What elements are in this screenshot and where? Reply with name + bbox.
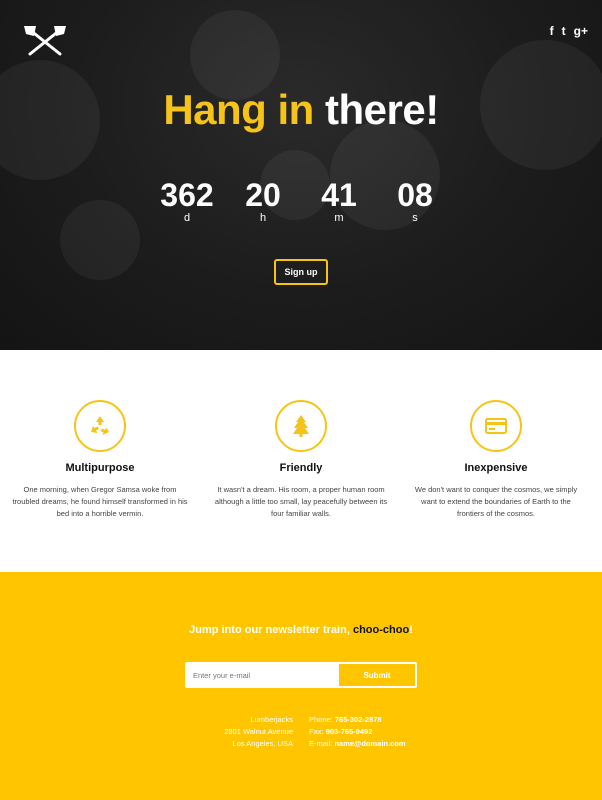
features-section: Multipurpose One morning, when Gregor Sa… <box>0 350 602 572</box>
feature-description: One morning, when Gregor Samsa woke from… <box>12 485 188 518</box>
submit-button[interactable]: Submit <box>339 664 415 686</box>
phone-label: Phone: <box>309 715 333 724</box>
fax-label: Fax: <box>309 727 324 736</box>
email-label: E-mail: <box>309 739 333 748</box>
countdown-timer: 362 d 20 h 41 m 08 s <box>0 178 602 225</box>
hero-headline: Hang in there! <box>0 86 602 134</box>
twitter-icon[interactable]: t <box>562 24 566 38</box>
feature-description: We don't want to conquer the cosmos, we … <box>414 485 578 518</box>
email-line: E-mail: name@domain.com <box>309 738 406 750</box>
feature-title: Friendly <box>279 462 323 474</box>
countdown-value: 362 <box>160 177 214 213</box>
newsletter-title: Jump into our newsletter train, choo-cho… <box>0 624 602 636</box>
countdown-minutes: 41 m <box>301 178 377 225</box>
feature-icon-circle <box>470 400 522 452</box>
sign-up-button[interactable]: Sign up <box>274 259 328 285</box>
facebook-icon[interactable]: f <box>550 24 554 38</box>
feature-multipurpose: Multipurpose One morning, when Gregor Sa… <box>0 400 200 520</box>
email-input[interactable] <box>187 664 339 686</box>
feature-icon-circle <box>74 400 126 452</box>
countdown-unit-label: d <box>183 212 191 224</box>
crossed-axes-logo-icon[interactable] <box>22 24 68 56</box>
feature-title: Inexpensive <box>464 462 528 474</box>
newsletter-title-highlight: choo-choo <box>352 624 410 636</box>
feature-inexpensive: Inexpensive We don't want to conquer the… <box>396 400 596 520</box>
credit-card-icon <box>485 418 507 434</box>
feature-description: It wasn't a dream. His room, a proper hu… <box>214 485 388 518</box>
countdown-value: 08 <box>397 177 433 213</box>
social-links: f t g+ <box>550 24 588 38</box>
company-name: Lumberjacks <box>250 715 293 724</box>
recycle-icon <box>91 416 109 435</box>
hero-section: f t g+ Hang in there! 362 d 20 h 41 m 08… <box>0 0 602 350</box>
email-link[interactable]: name@domain.com <box>334 739 405 748</box>
headline-rest: there! <box>324 86 439 133</box>
newsletter-title-prefix: Jump into our newsletter train, <box>189 624 350 636</box>
fax-number: 903-765-9492 <box>325 727 373 736</box>
countdown-unit-label: s <box>412 212 418 224</box>
countdown-days: 362 d <box>149 178 225 225</box>
countdown-unit-label: m <box>334 212 344 224</box>
city-address: Los Angeles, USA <box>232 739 293 748</box>
feature-icon-circle <box>275 400 327 452</box>
countdown-value: 41 <box>321 177 357 213</box>
feature-friendly: Friendly It wasn't a dream. His room, a … <box>201 400 401 520</box>
countdown-hours: 20 h <box>225 178 301 225</box>
countdown-value: 20 <box>245 177 281 213</box>
street-address: 2801 Walnut Avenue <box>224 727 293 736</box>
headline-highlight: Hang in <box>163 86 314 133</box>
phone-line: Phone: 765-302-2878 <box>309 714 406 726</box>
newsletter-section: Jump into our newsletter train, choo-cho… <box>0 572 602 800</box>
fax-line: Fax: 903-765-9492 <box>309 726 406 738</box>
contact-details: Phone: 765-302-2878 Fax: 903-765-9492 E-… <box>309 714 406 750</box>
countdown-unit-label: h <box>259 212 267 224</box>
tree-icon <box>293 415 309 437</box>
google-plus-icon[interactable]: g+ <box>574 24 588 38</box>
newsletter-title-suffix: ! <box>409 624 413 636</box>
address-block: Lumberjacks 2801 Walnut Avenue Los Angel… <box>224 714 293 750</box>
feature-title: Multipurpose <box>65 462 135 474</box>
newsletter-form: Submit <box>185 662 417 688</box>
phone-number[interactable]: 765-302-2878 <box>335 715 382 724</box>
countdown-seconds: 08 s <box>377 178 453 225</box>
